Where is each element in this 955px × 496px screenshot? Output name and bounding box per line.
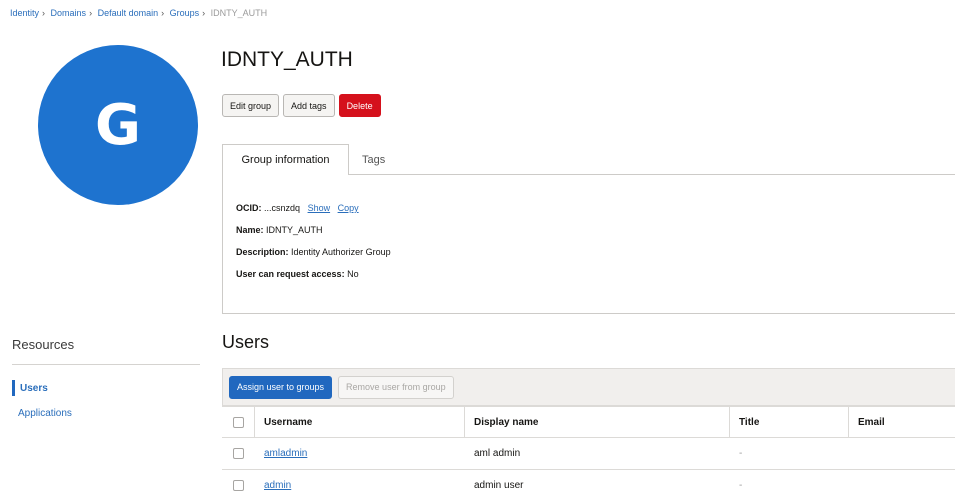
group-information-panel: OCID: ...csnzdq Show Copy Name: IDNTY_AU… [222, 174, 955, 314]
breadcrumb-separator: › [161, 8, 165, 18]
page-title: IDNTY_AUTH [221, 48, 353, 71]
edit-group-button[interactable]: Edit group [222, 94, 280, 117]
select-all-cell [233, 407, 244, 437]
username-link[interactable]: amladmin [264, 438, 307, 469]
group-avatar: G [38, 45, 198, 205]
details-tabs: Group information Tags [222, 144, 955, 175]
row-checkbox[interactable] [233, 448, 244, 459]
table-row: admin admin user - [222, 470, 955, 496]
name-value: IDNTY_AUTH [266, 225, 323, 235]
table-row: amladmin aml admin - [222, 438, 955, 470]
add-tags-button[interactable]: Add tags [283, 94, 335, 117]
column-header-title[interactable]: Title [739, 407, 759, 437]
request-access-value: No [347, 269, 359, 279]
breadcrumb-default-domain[interactable]: Default domain [98, 8, 159, 18]
column-divider [254, 407, 255, 437]
column-divider [464, 407, 465, 437]
users-table: Username Display name Title Email amladm… [222, 406, 955, 496]
column-divider [729, 407, 730, 437]
row-checkbox[interactable] [233, 480, 244, 491]
description-label: Description: [236, 247, 289, 257]
show-ocid-link[interactable]: Show [308, 203, 331, 213]
breadcrumb-separator: › [89, 8, 93, 18]
resources-item-users[interactable]: Users [12, 380, 48, 396]
tab-group-information[interactable]: Group information [222, 144, 349, 175]
remove-user-button[interactable]: Remove user from group [338, 375, 454, 399]
tab-tags[interactable]: Tags [362, 144, 385, 175]
column-header-display-name[interactable]: Display name [474, 407, 538, 437]
username-link[interactable]: admin [264, 470, 291, 496]
row-select-cell [233, 470, 244, 496]
row-select-cell [233, 438, 244, 469]
name-label: Name: [236, 225, 264, 235]
breadcrumb-separator: › [202, 8, 206, 18]
column-divider [848, 407, 849, 437]
request-access-label: User can request access: [236, 269, 345, 279]
avatar-letter: G [95, 92, 141, 158]
breadcrumb-identity[interactable]: Identity [10, 8, 39, 18]
users-toolbar: Assign user to groups Remove user from g… [222, 368, 955, 406]
assign-user-button[interactable]: Assign user to groups [229, 375, 333, 399]
ocid-row: OCID: ...csnzdq Show Copy [236, 203, 359, 213]
resources-heading: Resources [12, 337, 75, 352]
resources-divider [12, 364, 200, 365]
name-row: Name: IDNTY_AUTH [236, 225, 323, 235]
description-row: Description: Identity Authorizer Group [236, 247, 391, 257]
breadcrumb-current: IDNTY_AUTH [210, 8, 268, 18]
title-cell: - [739, 480, 743, 491]
breadcrumb-separator: › [42, 8, 46, 18]
breadcrumb: Identity › Domains › Default domain › Group… [10, 8, 267, 18]
select-all-checkbox[interactable] [233, 416, 244, 428]
title-cell: - [739, 448, 743, 459]
table-header-row: Username Display name Title Email [222, 406, 955, 438]
column-header-username[interactable]: Username [264, 407, 312, 437]
action-bar: Edit group Add tags Delete [222, 94, 381, 117]
display-name-cell: aml admin [474, 448, 521, 459]
breadcrumb-groups[interactable]: Groups [170, 8, 200, 18]
description-value: Identity Authorizer Group [291, 247, 391, 257]
delete-button[interactable]: Delete [338, 94, 381, 117]
copy-ocid-link[interactable]: Copy [338, 203, 359, 213]
users-heading: Users [222, 332, 270, 352]
resources-item-applications[interactable]: Applications [12, 408, 72, 419]
ocid-label: OCID: [236, 203, 262, 213]
breadcrumb-domains[interactable]: Domains [51, 8, 87, 18]
ocid-value: ...csnzdq [264, 203, 301, 213]
column-header-email[interactable]: Email [858, 407, 885, 437]
display-name-cell: admin user [474, 480, 524, 491]
request-access-row: User can request access: No [236, 269, 359, 279]
